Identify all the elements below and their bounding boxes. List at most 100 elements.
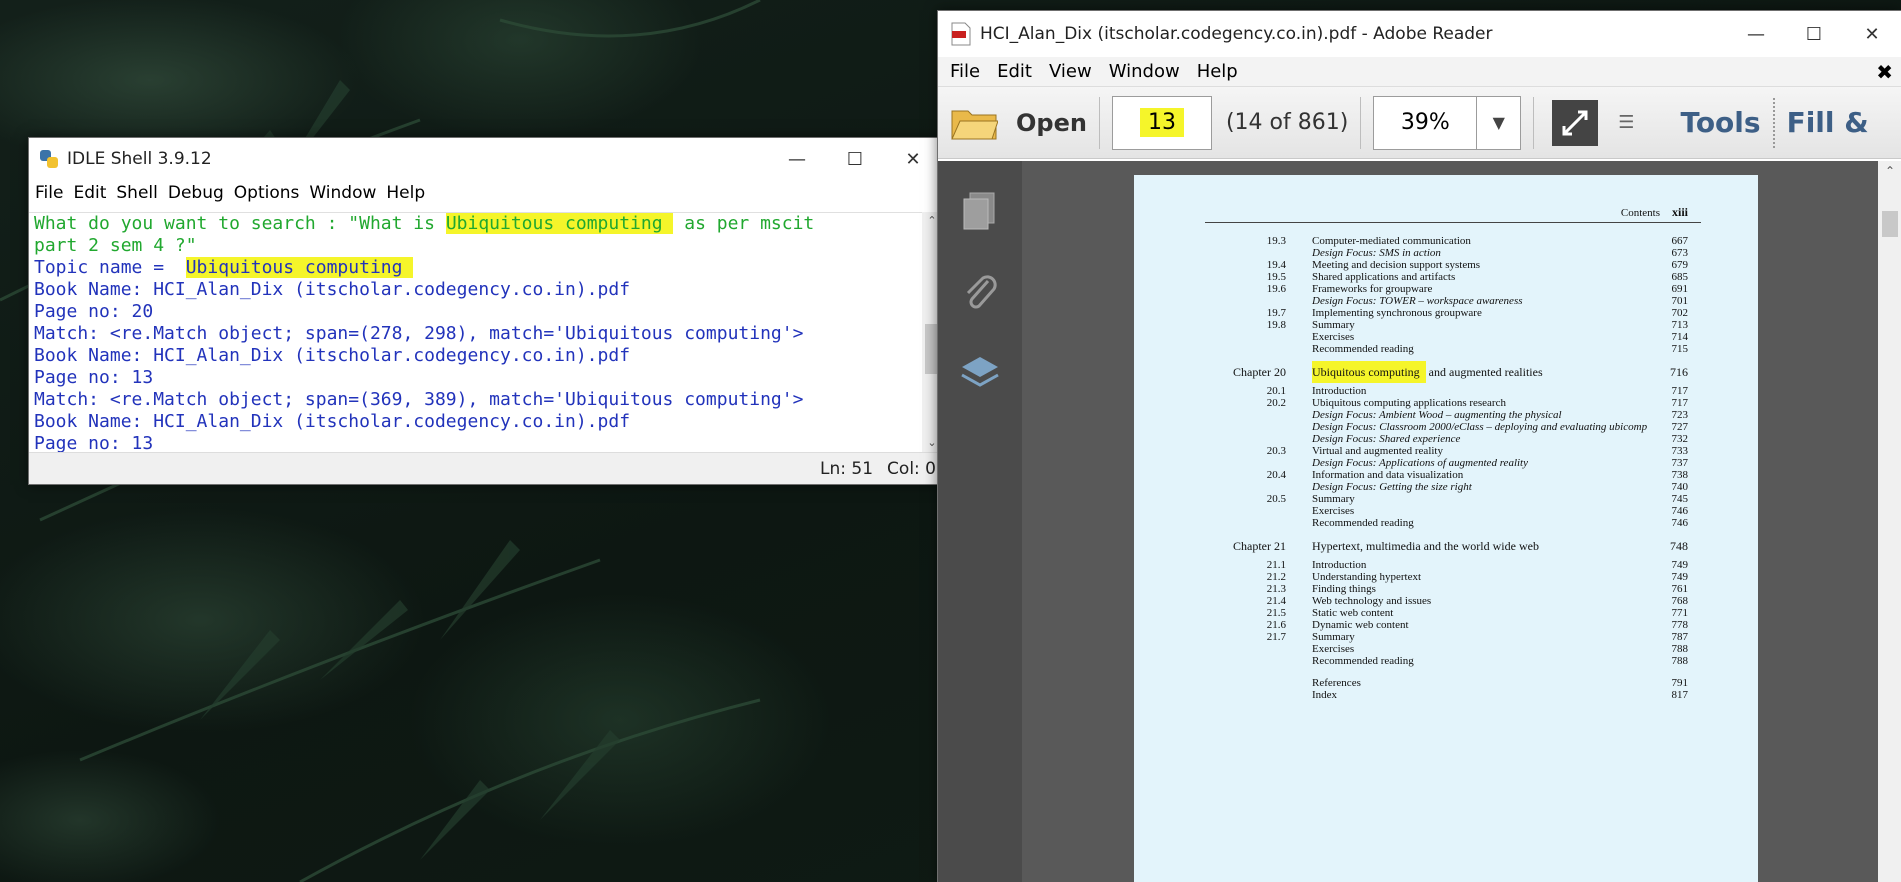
toc-row: Recommended reading 788 [1134, 655, 1758, 669]
idle-menubar: File Edit Shell Debug Options Window Hel… [29, 180, 942, 206]
status-column: Col: 0 [887, 458, 936, 479]
toc-row: Recommended reading 715 [1134, 343, 1758, 357]
toolbar-divider [1772, 97, 1775, 148]
attachment-paperclip-icon[interactable] [958, 271, 1002, 315]
toc-number: Chapter 21 [1233, 539, 1286, 553]
toc-page-number: 667 [1671, 235, 1689, 247]
menu-shell[interactable]: Shell [116, 183, 157, 203]
menu-file[interactable]: File [950, 61, 980, 82]
viewer-scrollbar[interactable]: ⌃ [1878, 161, 1901, 882]
maximize-button[interactable]: ☐ [826, 138, 884, 180]
toolbar-options-icon[interactable]: ☰ [1618, 112, 1634, 133]
toc-title: Introduction [1312, 559, 1367, 571]
menu-edit[interactable]: Edit [997, 61, 1032, 82]
reader-titlebar[interactable]: HCI_Alan_Dix (itscholar.codegency.co.in)… [938, 11, 1901, 57]
maximize-button[interactable]: ☐ [1785, 11, 1843, 57]
menu-edit[interactable]: Edit [73, 183, 106, 203]
toc-number: 20.5 [1266, 493, 1286, 505]
toc-page-number: 701 [1671, 295, 1689, 307]
shell-text-area[interactable]: What do you want to search : "What is Ub… [29, 212, 922, 452]
toc-page-number: 717 [1671, 397, 1689, 409]
toc-title: Summary [1312, 493, 1355, 505]
toc-title: Design Focus: Ambient Wood – augmenting … [1312, 409, 1562, 421]
expand-arrows-icon [1562, 110, 1588, 135]
menu-view[interactable]: View [1049, 61, 1092, 82]
menu-help[interactable]: Help [1197, 61, 1238, 82]
toc-page-number: 715 [1671, 343, 1689, 355]
toc-title: Frameworks for groupware [1312, 283, 1433, 295]
zoom-input[interactable]: 39% [1373, 95, 1478, 150]
open-folder-icon[interactable] [950, 105, 998, 141]
toc-page-number: 761 [1671, 583, 1689, 595]
close-button[interactable]: ✕ [1843, 11, 1901, 57]
toc-title: Design Focus: Getting the size right [1312, 481, 1472, 493]
toc-page-number: 723 [1671, 409, 1689, 421]
shell-line: What do you want to search : "What is Ub… [34, 213, 815, 234]
close-document-icon[interactable]: ✖ [1876, 60, 1893, 84]
toc-page-number: 702 [1671, 307, 1689, 319]
shell-line: Match: <re.Match object; span=(278, 298)… [34, 323, 804, 344]
toc-page-number: 788 [1671, 643, 1689, 655]
toc-number: 19.7 [1266, 307, 1286, 319]
close-button[interactable]: ✕ [884, 138, 942, 180]
scroll-thumb[interactable] [1882, 211, 1898, 237]
zoom-dropdown-chevron-icon[interactable]: ▼ [1477, 95, 1522, 150]
idle-titlebar[interactable]: IDLE Shell 3.9.12 — ☐ ✕ [29, 138, 942, 180]
toc-title: Web technology and issues [1312, 595, 1432, 607]
toc-title: Recommended reading [1312, 517, 1414, 529]
toc-page-number: 716 [1670, 365, 1688, 379]
toc-number: 19.4 [1266, 259, 1286, 271]
toc-title: Implementing synchronous groupware [1312, 307, 1482, 319]
toc-title: Exercises [1312, 505, 1355, 517]
toc-title: Ubiquitous computing and augmented reali… [1312, 361, 1543, 383]
idle-title: IDLE Shell 3.9.12 [67, 149, 212, 169]
toc-number: 21.5 [1266, 607, 1286, 619]
menu-help[interactable]: Help [386, 183, 425, 203]
reader-toolbar: Open 13 (14 of 861) 39% ▼ ☰ Tools Fill & [938, 87, 1901, 159]
layers-icon[interactable] [958, 351, 1002, 395]
menu-window[interactable]: Window [1109, 61, 1180, 82]
full-screen-button[interactable] [1552, 99, 1599, 146]
toc-page-number: 714 [1671, 331, 1689, 343]
shell-line: Match: <re.Match object; span=(369, 389)… [34, 389, 804, 410]
navigation-panel [938, 161, 1022, 882]
toc-page-number: 673 [1671, 247, 1689, 259]
minimize-button[interactable]: — [768, 138, 826, 180]
toc-row: Index 817 [1134, 689, 1758, 703]
header-rule [1205, 222, 1701, 223]
toc-page-number: 748 [1670, 539, 1688, 553]
toc-page-number: 817 [1671, 689, 1689, 701]
toc-number: 21.2 [1266, 571, 1286, 583]
menu-options[interactable]: Options [234, 183, 300, 203]
menu-debug[interactable]: Debug [168, 183, 224, 203]
shell-line: part 2 sem 4 ?" [34, 235, 197, 256]
pages-thumbnail-icon[interactable] [958, 189, 1002, 233]
open-button[interactable]: Open [1016, 109, 1087, 137]
reader-menubar: File Edit View Window Help ✖ [938, 57, 1901, 87]
toc-page-number: 788 [1671, 655, 1689, 667]
toc-title: Index [1312, 689, 1338, 701]
toc-number: 20.1 [1266, 385, 1286, 397]
minimize-button[interactable]: — [1727, 11, 1785, 57]
toc-title: Exercises [1312, 643, 1355, 655]
page-header: Contents xiii [1620, 205, 1688, 219]
toc-title: Design Focus: TOWER – workspace awarenes… [1312, 295, 1523, 307]
scroll-up-icon[interactable]: ⌃ [1878, 161, 1901, 181]
document-viewer[interactable]: Contents xiii 19.3 Computer-mediated commu… [1022, 161, 1878, 882]
menu-file[interactable]: File [35, 183, 63, 203]
search-highlight: Ubiquitous computing [445, 213, 674, 234]
page-number-input[interactable]: 13 [1111, 95, 1212, 150]
fill-sign-button[interactable]: Fill & [1787, 106, 1869, 139]
toc-page-number: 787 [1671, 631, 1689, 643]
toc-page-number: 717 [1671, 385, 1689, 397]
toc-page-number: 691 [1671, 283, 1689, 295]
toc-title: Introduction [1312, 385, 1367, 397]
tools-button[interactable]: Tools [1680, 106, 1760, 139]
topic-highlight: Ubiquitous computing [185, 257, 414, 278]
menu-window[interactable]: Window [309, 183, 376, 203]
toc-page-number: 727 [1671, 421, 1689, 433]
toc-page-number: 740 [1671, 481, 1689, 493]
toc-number: 20.2 [1266, 397, 1286, 409]
toc-number: 21.4 [1266, 595, 1286, 607]
toc-title: Finding things [1312, 583, 1376, 595]
